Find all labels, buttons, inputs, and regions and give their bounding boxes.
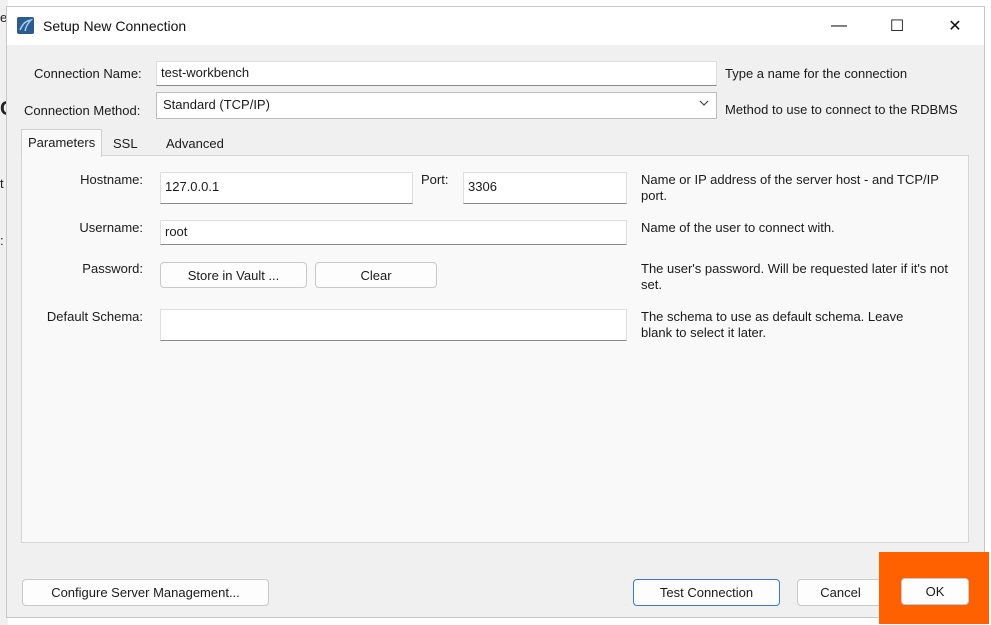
default-schema-input[interactable] xyxy=(160,309,627,341)
close-icon: ✕ xyxy=(948,18,962,35)
hostname-label: Hostname: xyxy=(80,172,143,187)
cancel-button[interactable]: Cancel xyxy=(797,579,884,606)
background-text: t xyxy=(0,176,4,191)
port-input[interactable]: 3306 xyxy=(463,172,627,204)
password-help-text: The user's password. Will be requested l… xyxy=(641,261,948,292)
close-button[interactable]: ✕ xyxy=(926,7,984,45)
default-schema-label: Default Schema: xyxy=(46,309,143,324)
title-bar: Setup New Connection — ☐ ✕ xyxy=(7,7,984,45)
minimize-button[interactable]: — xyxy=(810,7,868,45)
dialog-title: Setup New Connection xyxy=(43,18,187,34)
background-text: : xyxy=(0,233,4,248)
connection-method-label: Connection Method: xyxy=(24,103,141,118)
password-label: Password: xyxy=(82,261,143,276)
store-in-vault-button[interactable]: Store in Vault ... xyxy=(160,262,307,288)
connection-name-input[interactable]: test-workbench xyxy=(156,61,717,86)
connection-name-label: Connection Name: xyxy=(34,66,142,81)
username-help-text: Name of the user to connect with. xyxy=(641,220,835,235)
ok-button[interactable]: OK xyxy=(901,578,969,605)
parameters-panel: Hostname: 127.0.0.1 Port: 3306 Name or I… xyxy=(21,155,969,543)
username-label: Username: xyxy=(79,220,143,235)
port-label: Port: xyxy=(421,172,449,187)
host-help-text: Name or IP address of the server host - … xyxy=(641,172,939,203)
clear-password-button[interactable]: Clear xyxy=(315,262,437,288)
tab-parameters[interactable]: Parameters xyxy=(21,129,103,157)
chevron-down-icon xyxy=(698,97,710,112)
maximize-button[interactable]: ☐ xyxy=(868,7,926,45)
username-input[interactable]: root xyxy=(160,220,627,245)
connection-method-select[interactable]: Standard (TCP/IP) xyxy=(156,92,717,119)
connection-method-help: Method to use to connect to the RDBMS xyxy=(725,102,958,117)
default-schema-help-text: The schema to use as default schema. Lea… xyxy=(641,309,904,340)
connection-name-help: Type a name for the connection xyxy=(725,66,908,81)
workbench-app-icon xyxy=(17,17,34,34)
setup-connection-dialog: Setup New Connection — ☐ ✕ Connection Na… xyxy=(6,6,985,618)
configure-server-management-button[interactable]: Configure Server Management... xyxy=(22,579,269,606)
test-connection-button[interactable]: Test Connection xyxy=(633,579,780,606)
tab-advanced[interactable]: Advanced xyxy=(160,133,230,155)
maximize-icon: ☐ xyxy=(889,18,905,35)
connection-method-value: Standard (TCP/IP) xyxy=(163,97,270,112)
tab-ssl[interactable]: SSL xyxy=(107,133,144,155)
minimize-icon: — xyxy=(831,17,847,34)
hostname-input[interactable]: 127.0.0.1 xyxy=(160,172,413,204)
